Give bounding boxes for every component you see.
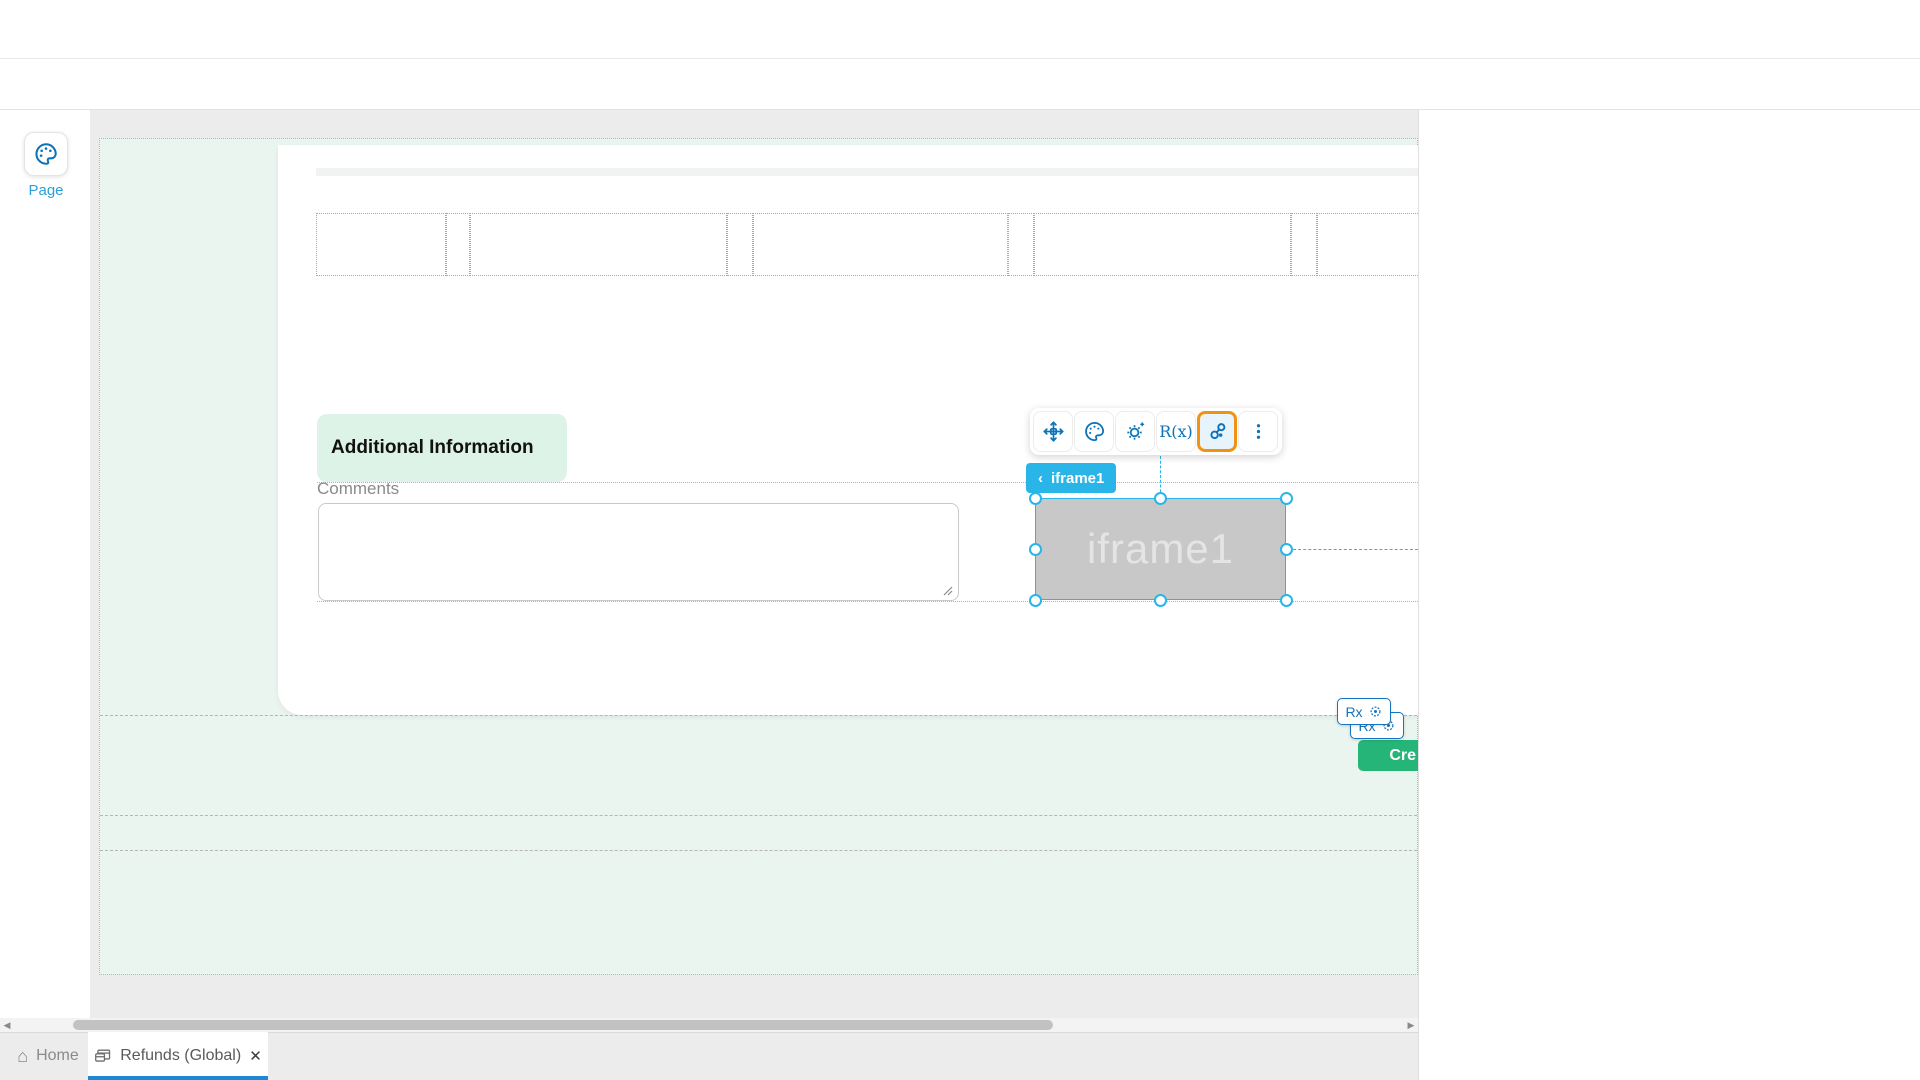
- section-border: [317, 601, 1418, 602]
- selection-handle-w[interactable]: [1029, 543, 1042, 556]
- kebab-menu-icon: [1247, 420, 1270, 443]
- comments-field-label: Comments: [317, 479, 399, 499]
- widget-more-button[interactable]: [1238, 411, 1278, 452]
- scroll-left-arrow[interactable]: ◀: [0, 1018, 14, 1032]
- iframe-widget-label: iframe1: [1087, 525, 1234, 573]
- widget-configuration-button[interactable]: [1115, 411, 1155, 452]
- table-cell[interactable]: [1317, 213, 1418, 276]
- palette-icon: [1083, 420, 1106, 443]
- widget-rules-button[interactable]: R(x): [1156, 411, 1196, 452]
- section-border: [317, 482, 1418, 483]
- form-divider-bar: [316, 168, 1418, 176]
- table-cell-narrow[interactable]: [446, 213, 470, 276]
- resize-handle-icon[interactable]: [943, 586, 953, 596]
- section-title: Additional Information: [331, 437, 534, 459]
- app-window: New Refunds File Edit View Tools IA ?: [0, 0, 1920, 1080]
- selection-handle-sw[interactable]: [1029, 594, 1042, 607]
- selection-handle-e[interactable]: [1280, 543, 1293, 556]
- selection-handle-nw[interactable]: [1029, 492, 1042, 505]
- move-widget-button[interactable]: [1033, 411, 1073, 452]
- create-button[interactable]: Cre: [1358, 740, 1418, 771]
- selection-handle-se[interactable]: [1280, 594, 1293, 607]
- row-separator: [100, 815, 1417, 816]
- home-icon: ⌂: [17, 1046, 28, 1067]
- table-cell[interactable]: [1034, 213, 1291, 276]
- top-header: [0, 0, 1920, 59]
- widget-context-toolbar: R(x): [1030, 408, 1282, 455]
- gear-plus-icon: [1124, 420, 1147, 443]
- scrollbar-thumb[interactable]: [73, 1020, 1053, 1030]
- row-separator: [100, 715, 1417, 716]
- table-cell-narrow[interactable]: [1291, 213, 1317, 276]
- selected-widget-breadcrumb[interactable]: ‹ iframe1: [1026, 463, 1116, 493]
- selected-widget-name: iframe1: [1051, 470, 1104, 487]
- page-tool-label: Page: [24, 182, 68, 199]
- alignment-guide-horizontal: [1293, 549, 1418, 550]
- scroll-right-arrow[interactable]: ▶: [1404, 1018, 1418, 1032]
- row-separator: [100, 850, 1417, 851]
- editor-toolbar: [0, 59, 1920, 110]
- page-tool-button[interactable]: [24, 132, 68, 176]
- table-cell[interactable]: [470, 213, 727, 276]
- palette-icon: [33, 141, 59, 167]
- rules-icon: R(x): [1159, 422, 1193, 441]
- table-cell-narrow[interactable]: [1008, 213, 1034, 276]
- eye-gear-icon: [1368, 704, 1383, 719]
- widget-relations-button[interactable]: [1197, 411, 1237, 452]
- widget-esthetics-button[interactable]: [1074, 411, 1114, 452]
- close-tab-icon[interactable]: ✕: [249, 1047, 262, 1065]
- tab-refunds-global[interactable]: Refunds (Global) ✕: [88, 1032, 268, 1080]
- properties-panel: [1418, 110, 1920, 1080]
- move-icon: [1042, 420, 1065, 443]
- alignment-guide-vertical: [1160, 456, 1161, 497]
- selection-handle-n[interactable]: [1154, 492, 1167, 505]
- left-sidebar: [0, 110, 90, 1018]
- chevron-left-icon: ‹: [1038, 470, 1043, 487]
- rx-visibility-badge[interactable]: Rx: [1337, 698, 1391, 725]
- selection-handle-ne[interactable]: [1280, 492, 1293, 505]
- table-cell[interactable]: [753, 213, 1008, 276]
- active-tab-indicator: [88, 1076, 268, 1080]
- table-cell[interactable]: [316, 213, 446, 276]
- selection-handle-s[interactable]: [1154, 594, 1167, 607]
- comments-textarea[interactable]: [318, 503, 959, 601]
- tab-home[interactable]: ⌂ Home: [8, 1032, 88, 1080]
- page-window-icon: [94, 1048, 112, 1064]
- iframe-widget[interactable]: iframe1: [1035, 498, 1286, 600]
- relations-molecule-icon: [1206, 420, 1229, 443]
- table-cell-narrow[interactable]: [727, 213, 753, 276]
- section-header[interactable]: Additional Information: [317, 414, 567, 482]
